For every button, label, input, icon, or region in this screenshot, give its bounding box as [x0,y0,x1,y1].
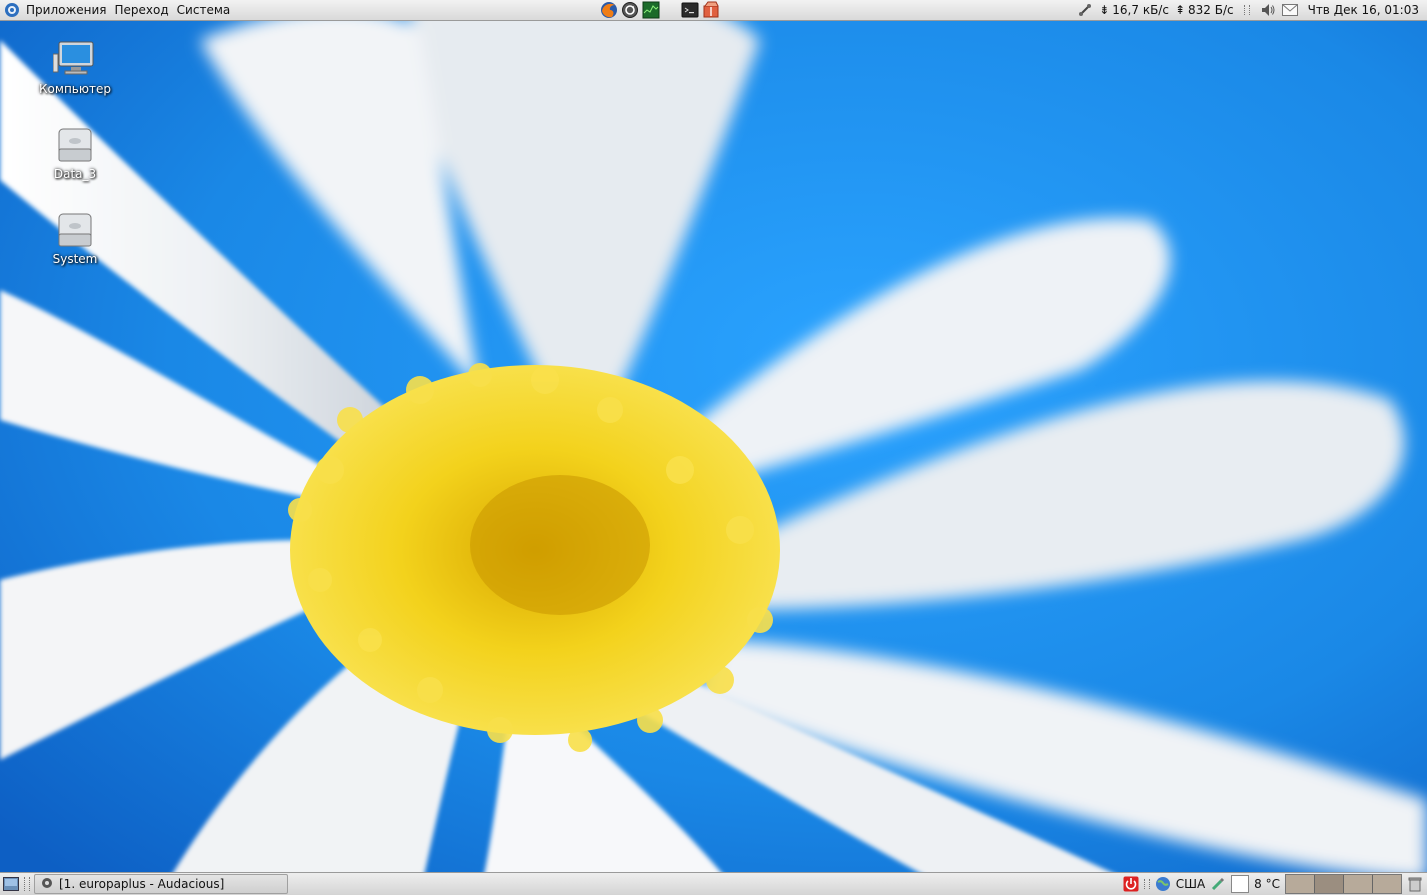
bottom-tray: США 8 °C [1123,873,1427,895]
workspace-3[interactable] [1344,875,1373,893]
top-panel: Приложения Переход Система ⇟ 16,7 кБ/с ⇞… [0,0,1427,21]
taskbar-window-audacious[interactable]: [1. europaplus - Audacious] [34,874,288,894]
desktop-icon-label: Data_3 [53,167,97,181]
network-icon[interactable] [1077,2,1093,18]
bottom-panel: [1. europaplus - Audacious] США 8 °C [0,872,1427,895]
volume-icon[interactable] [1260,2,1276,18]
desktop-icon-computer[interactable]: Компьютер [30,40,120,96]
upload-rate: 832 Б/с [1188,3,1234,17]
launcher-area [600,1,720,19]
taskbar-window-title: [1. europaplus - Audacious] [59,877,225,891]
desktop-icon-data3[interactable]: Data_3 [30,125,120,181]
power-icon[interactable] [1123,876,1139,892]
globe-icon[interactable] [1155,876,1171,892]
pencil-icon[interactable] [1210,876,1226,892]
upload-arrow-icon: ⇞ [1174,3,1185,17]
distro-logo-icon[interactable] [4,2,20,18]
drive-icon [58,213,92,247]
archive-manager-icon[interactable] [702,1,720,19]
desktop-icon-system[interactable]: System [30,210,120,266]
audacious-icon [41,877,53,892]
desktop-icon-label: Компьютер [39,82,111,96]
workspace-1[interactable] [1286,875,1315,893]
workspace-4[interactable] [1373,875,1401,893]
mail-icon[interactable] [1281,2,1298,18]
download-rate: 16,7 кБ/с [1112,3,1169,17]
tray-separator [1143,879,1150,889]
show-desktop-button[interactable] [2,875,20,893]
firefox-icon[interactable] [600,1,618,19]
temperature: 8 °C [1254,877,1280,891]
menu-system[interactable]: Система [173,0,235,20]
computer-icon [53,41,94,75]
update-manager-icon[interactable] [621,1,639,19]
panel-grip[interactable] [24,877,30,891]
trash-icon[interactable] [1407,876,1423,892]
download-arrow-icon: ⇟ [1099,3,1110,17]
desktop-icon-label: System [52,252,98,266]
desktop-wallpaper [0,0,1427,895]
keyboard-layout[interactable]: США [1176,877,1205,891]
menu-applications[interactable]: Приложения [22,0,111,20]
tray-separator [1243,5,1250,15]
netspeed-up: ⇞ 832 Б/с [1175,3,1234,17]
netspeed-down: ⇟ 16,7 кБ/с [1099,3,1169,17]
top-tray: ⇟ 16,7 кБ/с ⇞ 832 Б/с Чтв Дек 16, 01:03 [1077,0,1423,20]
weather-icon[interactable] [1231,875,1250,893]
clock[interactable]: Чтв Дек 16, 01:03 [1304,0,1423,20]
drive-icon [58,128,92,162]
system-monitor-icon[interactable] [642,1,660,19]
workspace-switcher [1285,874,1402,894]
menu-places[interactable]: Переход [111,0,173,20]
terminal-icon[interactable] [681,1,699,19]
workspace-2[interactable] [1315,875,1344,893]
